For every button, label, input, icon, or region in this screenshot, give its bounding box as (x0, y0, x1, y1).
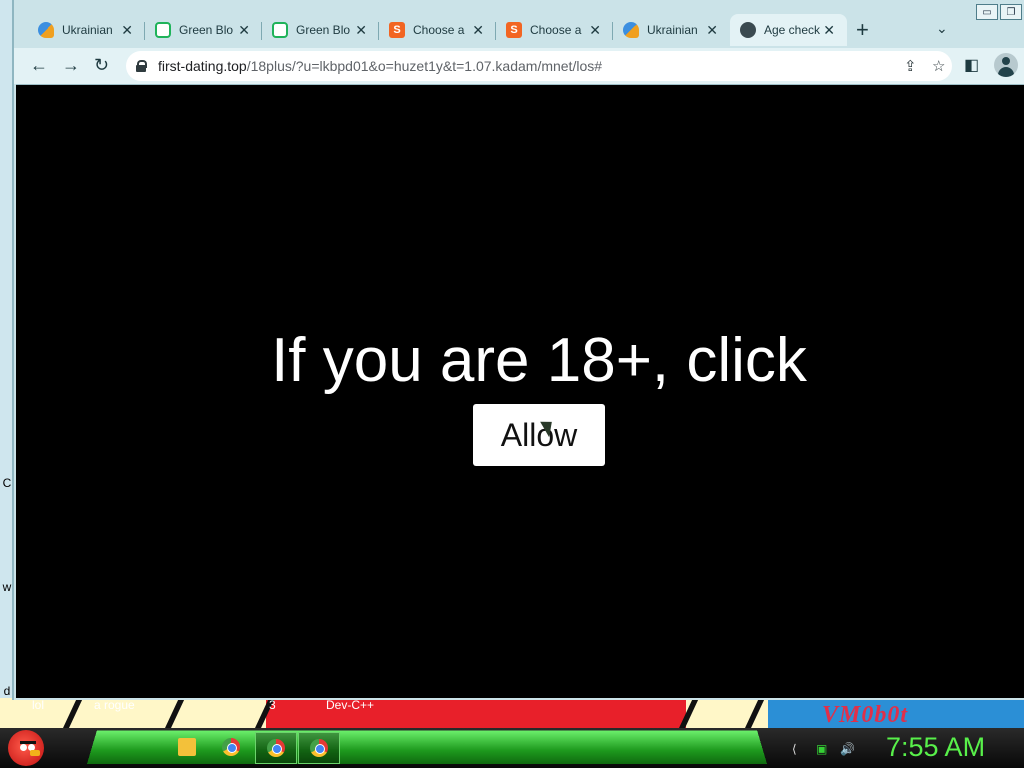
tab-title: Age check (764, 23, 821, 37)
bird-eye (20, 744, 27, 751)
profile-avatar[interactable] (994, 53, 1018, 77)
address-bar[interactable]: first-dating.top/18plus/?u=lkbpd01&o=huz… (126, 51, 952, 81)
tab-green-blo[interactable]: Green Blo ✕ (262, 14, 379, 46)
side-panel-icon[interactable]: ◧ (964, 55, 979, 75)
ukrainian-site-icon (623, 22, 639, 38)
tab-choose-a[interactable]: S Choose a ✕ (379, 14, 496, 46)
url-text[interactable]: first-dating.top/18plus/?u=lkbpd01&o=huz… (158, 58, 602, 74)
taskbar: ⟨ ▣ 🔊 7:55 AM (0, 728, 1024, 768)
tab-choose-a[interactable]: S Choose a ✕ (496, 14, 613, 46)
lock-icon[interactable] (136, 60, 147, 72)
start-button[interactable] (8, 730, 44, 766)
tab-strip: Ukrainian ✕ Green Blo ✕ Green Blo ✕ S Ch… (14, 12, 1024, 48)
close-icon[interactable]: ✕ (121, 22, 133, 39)
tab-ukrainian[interactable]: Ukrainian ✕ (28, 14, 145, 46)
tab-title: Ukrainian (647, 23, 698, 37)
chrome-icon (267, 739, 285, 757)
desktop-icon-label[interactable]: a rogue (94, 698, 135, 712)
bird-beak (30, 750, 40, 756)
back-button[interactable]: ← (30, 55, 48, 76)
page-content: If you are 18+, click Allow (16, 84, 1024, 698)
globe-icon (740, 22, 756, 38)
tab-age-check[interactable]: Age check ✕ (730, 14, 847, 46)
desktop-icon-label[interactable]: lol (32, 698, 44, 712)
new-tab-button[interactable]: + (856, 19, 869, 41)
wallpaper-stripe (745, 698, 765, 728)
close-icon[interactable]: ✕ (823, 22, 835, 39)
tab-search-button[interactable]: ⌄ (936, 20, 948, 37)
tray-arrow-icon[interactable]: ⟨ (792, 742, 797, 756)
forward-button[interactable]: → (62, 55, 80, 76)
tab-title: Choose a (413, 23, 465, 37)
browser-toolbar: ← → ↻ first-dating.top/18plus/?u=lkbpd01… (14, 48, 1024, 84)
chrome-icon[interactable] (222, 738, 240, 756)
wallpaper-stripe (63, 698, 83, 728)
volume-icon[interactable]: 🔊 (840, 742, 855, 756)
bookmark-star-icon[interactable]: ☆ (932, 57, 945, 75)
green-block-icon (155, 22, 171, 38)
desktop-wallpaper-strip: lol a rogue 3 Dev-C++ VM0b0t (0, 698, 1024, 728)
browser-window: ▭ ❐ Ukrainian ✕ Green Blo ✕ Green Blo ✕ … (12, 0, 1024, 700)
close-icon[interactable]: ✕ (355, 22, 367, 39)
url-path: /18plus/?u=lkbpd01&o=huzet1y&t=1.07.kada… (246, 58, 603, 74)
s-logo-icon: S (389, 22, 405, 38)
tab-title: Choose a (530, 23, 582, 37)
tab-ukrainian[interactable]: Ukrainian ✕ (613, 14, 730, 46)
close-icon[interactable]: ✕ (238, 22, 250, 39)
share-icon[interactable]: ⇪ (904, 57, 917, 75)
allow-button[interactable]: Allow (473, 404, 605, 466)
desktop-icon-label[interactable]: 3 (269, 698, 276, 712)
folder-icon[interactable] (178, 738, 196, 756)
green-block-icon (272, 22, 288, 38)
close-icon[interactable]: ✕ (472, 22, 484, 39)
taskbar-chrome-task[interactable] (298, 732, 340, 764)
taskbar-chrome-task[interactable] (255, 732, 297, 764)
network-icon[interactable]: ▣ (816, 742, 827, 756)
taskbar-clock[interactable]: 7:55 AM (886, 732, 985, 763)
tab-title: Green Blo (179, 23, 234, 37)
url-host: first-dating.top (158, 58, 247, 74)
tab-title: Ukrainian (62, 23, 113, 37)
tab-green-blo[interactable]: Green Blo ✕ (145, 14, 262, 46)
reload-button[interactable]: ↻ (94, 55, 109, 76)
desktop-icon-label[interactable]: Dev-C++ (326, 698, 374, 712)
close-icon[interactable]: ✕ (589, 22, 601, 39)
vm-logo: VM0b0t (822, 702, 909, 728)
wallpaper-stripe (165, 698, 185, 728)
tab-title: Green Blo (296, 23, 351, 37)
ukrainian-site-icon (38, 22, 54, 38)
close-icon[interactable]: ✕ (706, 22, 718, 39)
age-check-headline: If you are 18+, click (271, 326, 807, 395)
chrome-icon (310, 739, 328, 757)
s-logo-icon: S (506, 22, 522, 38)
